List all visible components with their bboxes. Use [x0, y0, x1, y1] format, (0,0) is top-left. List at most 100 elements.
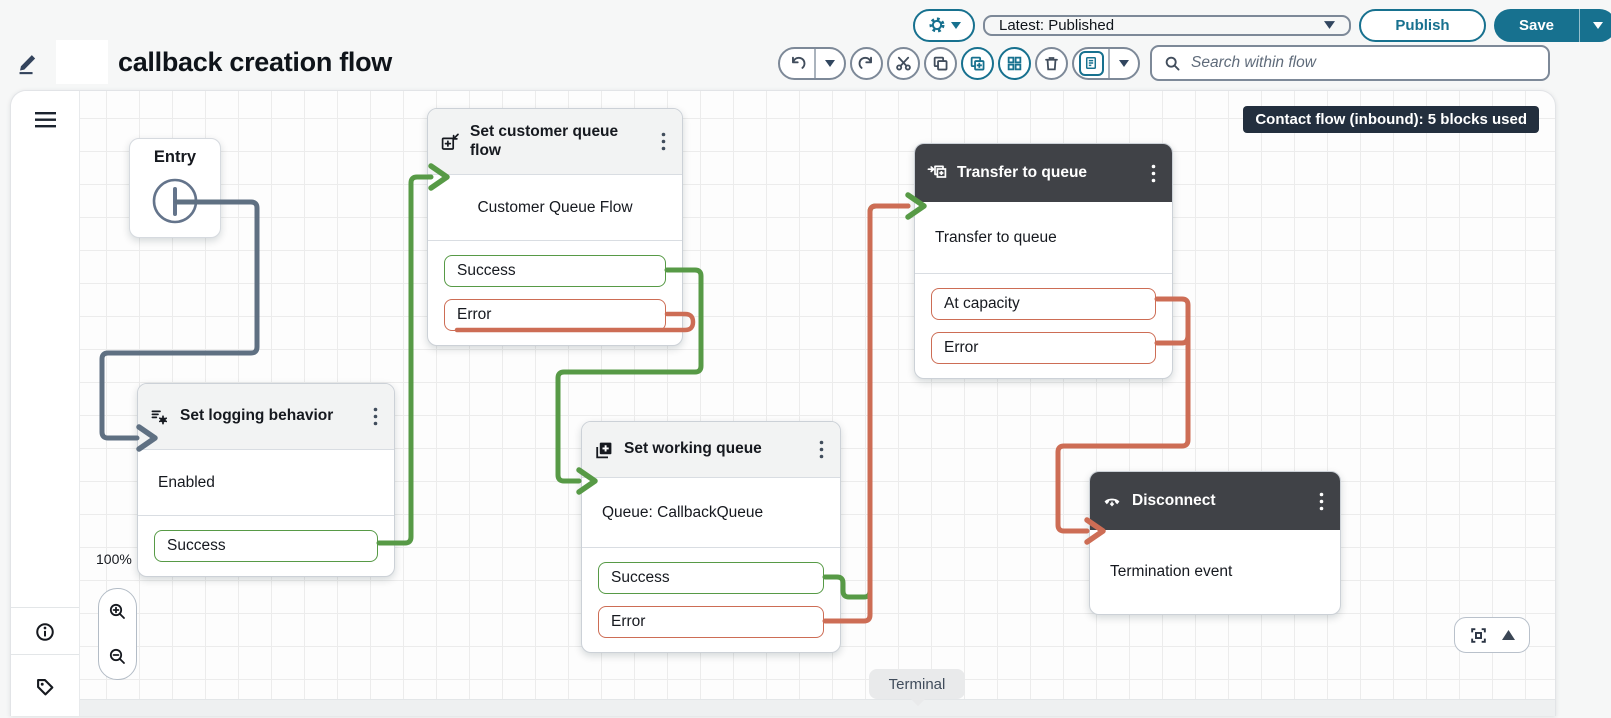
tag-icon [35, 677, 55, 697]
search-input[interactable] [1189, 53, 1536, 73]
copy-button[interactable] [924, 47, 957, 80]
flow-canvas: Contact flow (inbound): 5 blocks used En… [10, 90, 1556, 716]
block-header[interactable]: Disconnect [1090, 472, 1340, 530]
kebab-menu-icon[interactable] [656, 132, 670, 152]
transfer-to-queue-icon [927, 163, 947, 183]
block-title: Set logging behavior [180, 407, 358, 426]
disconnect-phone-icon [1102, 491, 1122, 511]
block-title: Set working queue [624, 440, 804, 459]
undo-split-button [778, 47, 846, 80]
block-ports: Success Error [428, 241, 682, 345]
chevron-down-icon [825, 60, 835, 67]
block-disconnect[interactable]: Disconnect Termination event [1089, 471, 1341, 615]
block-header[interactable]: Set customer queue flow [428, 109, 682, 175]
chevron-down-icon [1593, 22, 1603, 29]
set-customer-queue-flow-icon [440, 132, 460, 152]
block-set-working-queue[interactable]: Set working queue Queue: CallbackQueue S… [581, 421, 841, 653]
terminal-tab[interactable]: Terminal [869, 669, 965, 699]
save-split-button: Save [1494, 9, 1611, 42]
port-error[interactable]: Error [444, 299, 666, 331]
block-set-customer-queue-flow[interactable]: Set customer queue flow Customer Queue F… [427, 108, 683, 346]
port-error[interactable]: Error [931, 332, 1156, 364]
port-error[interactable]: Error [598, 606, 824, 638]
delete-button[interactable] [1035, 47, 1068, 80]
flow-info-button[interactable] [11, 607, 79, 655]
hamburger-menu-icon[interactable] [35, 112, 56, 128]
flow-settings-button[interactable] [913, 9, 975, 42]
edit-title-pencil-icon[interactable] [16, 49, 42, 75]
block-ports: At capacity Error [915, 274, 1172, 378]
info-icon [35, 622, 55, 642]
copy-icon [932, 55, 949, 72]
publish-button-label: Publish [1395, 17, 1449, 34]
annotations-options-button[interactable] [1108, 49, 1138, 78]
zoom-in-icon [108, 602, 127, 621]
annotations-split-button [1072, 47, 1140, 80]
undo-icon [789, 55, 806, 72]
search-icon [1164, 55, 1181, 72]
flow-toolbar [778, 46, 1550, 80]
block-header[interactable]: Set logging behavior [138, 384, 394, 450]
zoom-in-button[interactable] [105, 599, 131, 625]
arrange-blocks-button[interactable] [998, 47, 1031, 80]
block-transfer-to-queue[interactable]: Transfer to queue Transfer to queue At c… [914, 143, 1173, 379]
kebab-menu-icon[interactable] [1146, 163, 1160, 183]
block-title: Set customer queue flow [470, 123, 646, 161]
redo-icon [858, 55, 875, 72]
block-parameter: Customer Queue Flow [428, 175, 682, 241]
port-at-capacity[interactable]: At capacity [931, 288, 1156, 320]
block-header[interactable]: Transfer to queue [915, 144, 1172, 202]
block-set-logging-behavior[interactable]: Set logging behavior Enabled Success [137, 383, 395, 577]
publish-button[interactable]: Publish [1359, 9, 1486, 42]
kebab-menu-icon[interactable] [814, 440, 828, 460]
header-actions: Latest: Published Publish Save [913, 8, 1611, 42]
save-button-label: Save [1519, 17, 1554, 34]
redo-button[interactable] [850, 47, 883, 80]
fit-to-screen-icon[interactable] [1469, 626, 1488, 645]
canvas-bottom-strip [79, 699, 1555, 716]
block-parameter: Transfer to queue [915, 202, 1172, 274]
zoom-out-icon [108, 647, 127, 666]
canvas-side-rail [11, 91, 80, 716]
paste-plus-icon [969, 55, 986, 72]
block-ports: Success Error [582, 548, 840, 652]
version-selector-value: Latest: Published [999, 17, 1114, 34]
kebab-menu-icon[interactable] [368, 407, 382, 427]
block-title: Disconnect [1132, 492, 1304, 511]
kebab-menu-icon[interactable] [1314, 491, 1328, 511]
set-working-queue-icon [594, 440, 614, 460]
block-ports: Success [138, 516, 394, 576]
cut-button[interactable] [887, 47, 920, 80]
save-button[interactable]: Save [1494, 9, 1579, 42]
zoom-out-button[interactable] [105, 644, 131, 670]
trash-icon [1043, 55, 1060, 72]
terminal-label: Terminal [889, 676, 946, 693]
port-success[interactable]: Success [444, 255, 666, 287]
port-success[interactable]: Success [598, 562, 824, 594]
save-options-button[interactable] [1579, 9, 1611, 42]
undo-options-button[interactable] [814, 49, 844, 78]
flow-search [1150, 45, 1550, 81]
block-parameter: Queue: CallbackQueue [582, 478, 840, 548]
scissors-icon [895, 55, 912, 72]
zoom-level: 100% [96, 551, 132, 567]
undo-button[interactable] [780, 49, 814, 78]
redacted-name-box [56, 40, 108, 84]
port-success[interactable]: Success [154, 530, 378, 562]
block-title: Transfer to queue [957, 164, 1136, 183]
zoom-controls [98, 588, 137, 680]
block-entry[interactable]: Entry [129, 138, 221, 238]
annotations-button[interactable] [1074, 49, 1108, 78]
chevron-down-icon [1119, 60, 1129, 67]
grid-icon [1006, 55, 1023, 72]
page-header: callback creation flow Latest: Published… [0, 0, 1611, 90]
flow-tags-button[interactable] [11, 654, 79, 718]
doc-icon [1079, 51, 1104, 76]
collapse-up-icon[interactable] [1502, 630, 1515, 640]
block-title: Entry [130, 139, 220, 167]
paste-block-button[interactable] [961, 47, 994, 80]
block-header[interactable]: Set working queue [582, 422, 840, 478]
block-parameter: Enabled [138, 450, 394, 516]
version-selector[interactable]: Latest: Published [983, 15, 1351, 36]
block-parameter: Termination event [1090, 530, 1340, 614]
